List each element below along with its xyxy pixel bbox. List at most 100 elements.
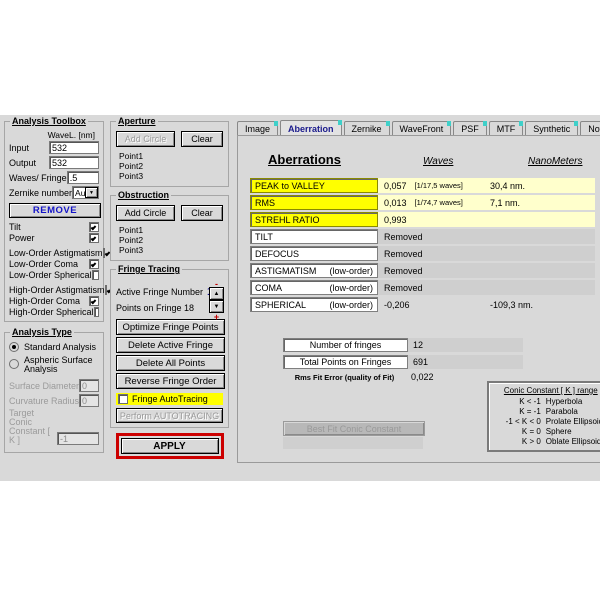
table-row: STREHL RATIO 0,993 (250, 212, 595, 227)
row-label-peak-to-valley[interactable]: PEAK to VALLEY (250, 178, 378, 193)
conic-k-range: -1 < K < 0 (491, 417, 546, 427)
tab-wavefront[interactable]: WaveFront (392, 121, 452, 136)
apply-button[interactable]: APPLY (121, 438, 219, 454)
checkbox-low-order-spherical-box[interactable] (92, 270, 99, 280)
delete-active-fringe-button[interactable]: Delete Active Fringe (116, 337, 225, 353)
row-label-rms[interactable]: RMS (250, 195, 378, 210)
row-waves-astigmatism: Removed (378, 263, 484, 278)
rms-fit-error-value: 0,022 (406, 372, 434, 382)
optimize-fringe-points-button[interactable]: Optimize Fringe Points (116, 319, 225, 335)
checkbox-high-order-astigmatism[interactable]: High-Order Astigmatism (9, 284, 99, 295)
row-label-strehl-ratio[interactable]: STREHL RATIO (250, 212, 378, 227)
obstruction-group: Obstruction Add Circle Clear Point1 Poin… (110, 195, 229, 261)
obstruction-point-1[interactable]: Point1 (116, 225, 223, 235)
row-label-text: TILT (255, 232, 273, 242)
radio-aspheric-surface-analysis-dot[interactable] (9, 359, 19, 369)
checkbox-high-order-coma[interactable]: High-Order Coma (9, 295, 99, 306)
tab-notes[interactable]: Notes (580, 121, 600, 136)
aperture-group: Aperture Add Circle Clear Point1 Point2 … (110, 121, 229, 187)
remove-button[interactable]: REMOVE (9, 203, 101, 218)
tab-zernike[interactable]: Zernike (344, 121, 390, 136)
target-conic-constant-field[interactable]: -1 (57, 432, 99, 445)
obstruction-point-2[interactable]: Point2 (116, 235, 223, 245)
obstruction-clear-button[interactable]: Clear (181, 205, 223, 221)
checkbox-tilt-box[interactable] (89, 222, 99, 232)
obstruction-point-3[interactable]: Point3 (116, 245, 223, 255)
best-fit-conic-constant-button[interactable]: Best Fit Conic Constant (283, 421, 425, 436)
middle-column: Aperture Add Circle Clear Point1 Point2 … (108, 115, 233, 481)
row-label-astigmatism[interactable]: ASTIGMATISM (low-order) (250, 263, 378, 278)
obstruction-add-circle-button[interactable]: Add Circle (116, 205, 175, 221)
surface-diameter-row: Surface Diameter 0 (9, 379, 99, 392)
row-waves-value: 0,013 (384, 198, 407, 208)
checkbox-low-order-spherical[interactable]: Low-Order Spherical (9, 269, 99, 280)
radio-standard-analysis-label: Standard Analysis (24, 342, 99, 352)
conic-legend-row: K = -1 Parabola (491, 407, 600, 417)
checkbox-power[interactable]: Power (9, 232, 99, 243)
perform-autotracing-button[interactable]: Perform AUTOTRACING (116, 408, 223, 423)
checkbox-high-order-spherical[interactable]: High-Order Spherical (9, 306, 99, 317)
row-waves-value: Removed (384, 283, 423, 293)
row-nm-peak-to-valley: 30,4 nm. (484, 178, 595, 193)
conic-k-desc: Prolate Ellipsoid (546, 417, 600, 427)
checkbox-high-order-spherical-box[interactable] (94, 307, 99, 317)
analysis-type-title: Analysis Type (10, 327, 74, 337)
conic-k-desc: Hyperbola (546, 397, 582, 407)
checkbox-low-order-coma[interactable]: Low-Order Coma (9, 258, 99, 269)
row-label-defocus[interactable]: DEFOCUS (250, 246, 378, 261)
row-label-coma[interactable]: COMA (low-order) (250, 280, 378, 295)
reverse-fringe-order-button[interactable]: Reverse Fringe Order (116, 373, 225, 389)
zernike-number-label: Zernike number (9, 188, 72, 198)
radio-aspheric-surface-analysis[interactable]: Aspheric Surface Analysis (9, 356, 99, 374)
checkbox-low-order-coma-box[interactable] (89, 259, 99, 269)
tab-mtf[interactable]: MTF (489, 121, 524, 136)
checkbox-power-box[interactable] (89, 233, 99, 243)
curvature-radius-field[interactable]: 0 (79, 394, 99, 407)
tab-synthetic[interactable]: Synthetic (525, 121, 578, 136)
fringe-number-spinner[interactable]: - ▲ ▼ + (209, 282, 224, 321)
row-waves-spherical: -0,206 (378, 297, 484, 312)
total-points-value: 691 (408, 355, 523, 369)
checkbox-high-order-coma-box[interactable] (89, 296, 99, 306)
row-label-spherical[interactable]: SPHERICAL (low-order) (250, 297, 378, 312)
delete-all-points-button[interactable]: Delete All Points (116, 355, 225, 371)
number-of-fringes-value: 12 (408, 338, 523, 352)
row-label-tilt[interactable]: TILT (250, 229, 378, 244)
checkbox-low-order-astigmatism-box[interactable] (103, 248, 105, 258)
conic-k-range: K = 0 (491, 427, 546, 437)
checkbox-low-order-astigmatism[interactable]: Low-Order Astigmatism (9, 247, 99, 258)
waves-per-fringe-field[interactable]: .5 (67, 171, 99, 184)
tab-image[interactable]: Image (237, 121, 278, 136)
analysis-toolbox-title: Analysis Toolbox (10, 116, 88, 126)
row-nm-rms: 7,1 nm. (484, 195, 595, 210)
aperture-point-3[interactable]: Point3 (116, 171, 223, 181)
conic-legend-title: Conic Constant [ K ] range (491, 386, 600, 395)
output-row: Output 532 (9, 156, 99, 169)
surface-diameter-field[interactable]: 0 (79, 379, 99, 392)
input-field[interactable]: 532 (49, 141, 99, 154)
chevron-down-icon[interactable]: ▼ (85, 187, 98, 198)
analysis-toolbox-group: Analysis Toolbox WaveL. [nm] Input 532 O… (4, 121, 104, 322)
zernike-number-select[interactable]: Auto ▼ (72, 186, 99, 199)
checkbox-high-order-astigmatism-box[interactable] (105, 285, 107, 295)
fringe-statistics: Number of fringes 12 Total Points on Fri… (283, 338, 523, 382)
row-waves-value: Removed (384, 232, 423, 242)
fringe-autotracing-box[interactable] (118, 394, 128, 404)
conic-k-desc: Sphere (546, 427, 572, 437)
conic-k-desc: Parabola (546, 407, 578, 417)
checkbox-tilt[interactable]: Tilt (9, 221, 99, 232)
radio-standard-analysis-dot[interactable] (9, 342, 19, 352)
aperture-point-2[interactable]: Point2 (116, 161, 223, 171)
output-field[interactable]: 532 (49, 156, 99, 169)
tab-aberration[interactable]: Aberration (280, 120, 342, 136)
row-label-text: ASTIGMATISM (255, 266, 316, 276)
aperture-add-circle-button[interactable]: Add Circle (116, 131, 175, 147)
fringe-autotracing-checkbox[interactable]: Fringe AutoTracing (116, 393, 223, 405)
radio-standard-analysis[interactable]: Standard Analysis (9, 342, 99, 352)
tab-psf[interactable]: PSF (453, 121, 487, 136)
conic-k-range: K = -1 (491, 407, 546, 417)
aperture-point-1[interactable]: Point1 (116, 151, 223, 161)
aperture-clear-button[interactable]: Clear (181, 131, 223, 147)
radio-aspheric-surface-analysis-label: Aspheric Surface Analysis (24, 356, 99, 374)
row-label-qualifier: (low-order) (329, 266, 373, 276)
